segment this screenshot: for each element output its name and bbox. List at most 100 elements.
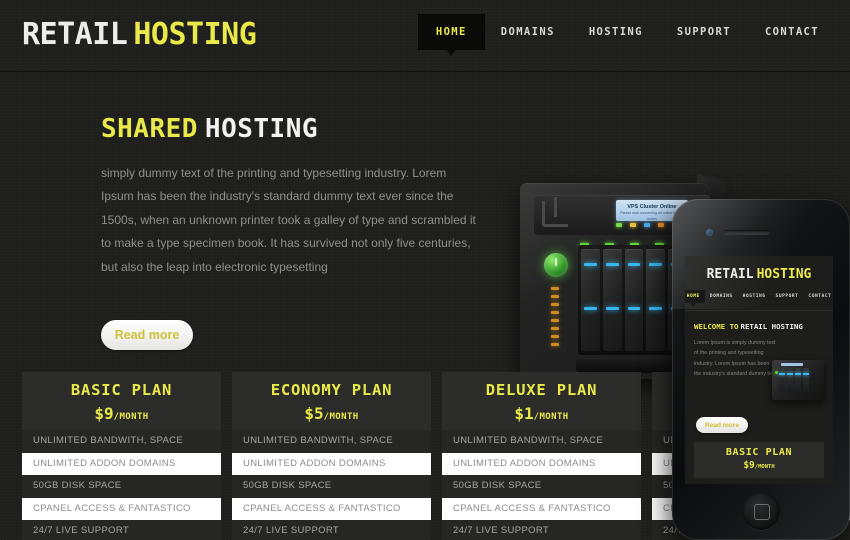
hero-title-rest: HOSTING — [204, 114, 318, 144]
activity-led-icon — [551, 295, 559, 298]
phone-welcome-brand: RETAIL HOSTING — [740, 322, 803, 331]
server-activity-strip — [551, 287, 559, 351]
phone-welcome-heading: WELCOME TO RETAIL HOSTING — [694, 322, 833, 331]
plan-name: BASIC PLAN — [70, 381, 173, 399]
phone-server-power-led-icon — [774, 371, 778, 374]
activity-led-icon — [551, 319, 559, 322]
phone-read-more-button[interactable]: Read more — [696, 417, 748, 433]
plan-feature: 24/7 LIVE SUPPORT — [22, 520, 221, 540]
nav-item-domains[interactable]: DOMAINS — [484, 15, 572, 49]
phone-drive-bay — [779, 368, 786, 392]
pricing-card-header: BASIC PLAN $9/MONTH — [22, 372, 221, 430]
phone-welcome-prefix: WELCOME TO — [694, 322, 739, 331]
plan-feature: CPANEL ACCESS & FANTASTICO — [22, 497, 221, 520]
phone-drive-bay — [802, 368, 810, 392]
phone-plan-price: $9/MONTH — [694, 460, 824, 471]
plan-feature: CPANEL ACCESS & FANTASTICO — [442, 497, 641, 520]
plan-feature: UNLIMITED BANDWITH, SPACE — [442, 430, 641, 453]
plan-price-period: /MONTH — [533, 412, 569, 422]
hero-read-more-button[interactable]: Read more — [101, 320, 193, 350]
hero-text-block: SHARED HOSTING simply dummy text of the p… — [101, 114, 491, 279]
phone-nav-item-domains[interactable]: DOMAINS — [705, 290, 738, 303]
plan-feature: 50GB DISK SPACE — [442, 475, 641, 498]
phone-front-camera-icon — [706, 229, 713, 236]
nav-item-home[interactable]: HOME — [418, 15, 484, 56]
phone-plan-name: BASIC PLAN — [725, 447, 793, 458]
plan-feature: 24/7 LIVE SUPPORT — [442, 520, 641, 540]
plan-price: $9/MONTH — [22, 404, 221, 423]
activity-led-icon — [551, 343, 559, 346]
phone-plan-price-value: $9 — [743, 460, 755, 471]
pricing-card-deluxe[interactable]: DELUXE PLAN $1/MONTH UNLIMITED BANDWITH,… — [442, 372, 641, 540]
nav-item-support[interactable]: SUPPORT — [660, 15, 748, 49]
phone-logo-text-accent: HOSTING — [756, 267, 812, 282]
phone-server-lcd — [781, 363, 803, 366]
plan-feature: UNLIMITED BANDWITH, SPACE — [22, 430, 221, 453]
phone-navigation: HOME DOMAINS HOSTING SUPPORT CONTACT — [685, 290, 833, 311]
pricing-card-header: DELUXE PLAN $1/MONTH — [442, 372, 641, 430]
phone-earpiece-speaker — [724, 230, 770, 235]
phone-server-thumbnail — [772, 360, 824, 400]
pricing-card-header: ECONOMY PLAN $5/MONTH — [232, 372, 431, 430]
plan-price: $1/MONTH — [442, 404, 641, 423]
nav-item-contact[interactable]: CONTACT — [748, 15, 836, 49]
main-navigation: HOME DOMAINS HOSTING SUPPORT CONTACT — [418, 15, 836, 56]
plan-price-period: /MONTH — [113, 412, 149, 422]
phone-home-button[interactable] — [742, 492, 780, 530]
server-power-button-icon — [544, 253, 568, 277]
plan-feature: UNLIMITED ADDON DOMAINS — [232, 452, 431, 475]
phone-nav-item-support[interactable]: SUPPORT — [771, 290, 804, 303]
activity-led-icon — [551, 311, 559, 314]
pricing-card-economy[interactable]: ECONOMY PLAN $5/MONTH UNLIMITED BANDWITH… — [232, 372, 431, 540]
drive-bay — [646, 249, 666, 351]
hdd-led-icon — [644, 223, 650, 227]
plan-price-value: $5 — [304, 404, 324, 423]
phone-nav-item-contact[interactable]: CONTACT — [803, 290, 833, 303]
phone-body-text: Lorem Ipsum is simply dummy text of the … — [694, 340, 776, 377]
drive-bay — [581, 249, 600, 351]
drive-bay — [602, 249, 622, 351]
server-brand-mark-icon — [542, 197, 568, 227]
drive-bay — [624, 249, 644, 351]
phone-mockup: RETAIL HOSTING HOME DOMAINS HOSTING SUPPO… — [672, 199, 850, 540]
phone-drive-bay — [794, 368, 802, 392]
phone-pricing-card[interactable]: BASIC PLAN $9/MONTH — [694, 442, 824, 478]
plan-price-value: $9 — [94, 404, 114, 423]
plan-feature: UNLIMITED ADDON DOMAINS — [442, 452, 641, 475]
activity-led-icon — [551, 335, 559, 338]
plan-feature: 24/7 LIVE SUPPORT — [232, 520, 431, 540]
plan-price: $5/MONTH — [232, 404, 431, 423]
plan-feature: 50GB DISK SPACE — [232, 475, 431, 498]
phone-drive-bay — [786, 368, 794, 392]
logo-text-accent: HOSTING — [133, 17, 257, 52]
plan-feature: UNLIMITED ADDON DOMAINS — [22, 452, 221, 475]
plan-price-value: $1 — [514, 404, 534, 423]
plan-name: DELUXE PLAN — [485, 381, 598, 399]
plan-name: ECONOMY PLAN — [270, 381, 393, 399]
plan-price-period: /MONTH — [323, 412, 359, 422]
phone-nav-item-home[interactable]: HOME — [685, 290, 705, 307]
hero-title-highlight: SHARED — [101, 114, 198, 144]
activity-led-icon — [551, 303, 559, 306]
cpu-led-icon — [630, 223, 636, 227]
nav-item-hosting[interactable]: HOSTING — [572, 15, 660, 49]
site-logo[interactable]: RETAIL HOSTING — [22, 17, 257, 52]
site-header: RETAIL HOSTING HOME DOMAINS HOSTING SUPPO… — [0, 0, 850, 72]
activity-led-icon — [551, 287, 559, 290]
activity-led-icon — [551, 327, 559, 330]
hero-title: SHARED HOSTING — [101, 114, 491, 144]
hero-paragraph: simply dummy text of the printing and ty… — [101, 166, 476, 274]
phone-site-logo[interactable]: RETAIL HOSTING — [685, 256, 833, 282]
logo-text-primary: RETAIL — [22, 17, 128, 52]
plan-feature: CPANEL ACCESS & FANTASTICO — [232, 497, 431, 520]
power-led-icon — [616, 223, 622, 227]
phone-logo-text-primary: RETAIL — [706, 267, 754, 282]
server-status-leds — [616, 223, 664, 227]
plan-feature: UNLIMITED BANDWITH, SPACE — [232, 430, 431, 453]
phone-plan-price-period: /MONTH — [754, 464, 775, 470]
phone-nav-item-hosting[interactable]: HOSTING — [738, 290, 771, 303]
page-root: RETAIL HOSTING HOME DOMAINS HOSTING SUPPO… — [0, 0, 850, 540]
phone-screen: RETAIL HOSTING HOME DOMAINS HOSTING SUPPO… — [685, 256, 833, 484]
phone-server-bays — [779, 368, 810, 392]
pricing-card-basic[interactable]: BASIC PLAN $9/MONTH UNLIMITED BANDWITH, … — [22, 372, 221, 540]
